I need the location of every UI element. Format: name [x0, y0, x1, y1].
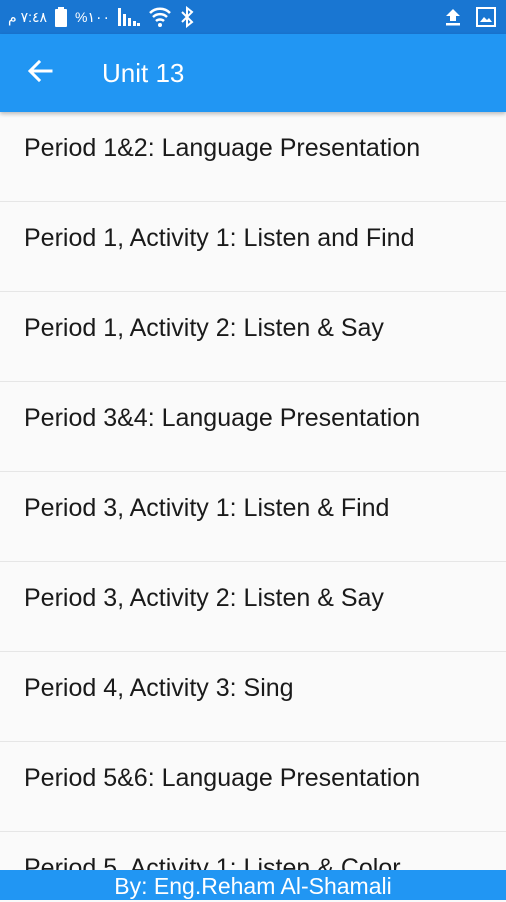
app-bar: Unit 13: [0, 34, 506, 112]
battery-icon: [55, 7, 68, 27]
list-item[interactable]: Period 5, Activity 1: Listen & Color: [0, 832, 506, 870]
list-item-label: Period 3, Activity 1: Listen & Find: [24, 494, 390, 522]
status-battery-percent: %١٠٠: [75, 9, 111, 25]
status-bar-right: [444, 0, 496, 34]
bluetooth-icon: [180, 6, 194, 28]
signal-icon: [118, 8, 141, 26]
status-bar-left: ٧:٤٨ م %١٠٠: [8, 0, 194, 34]
image-icon: [476, 7, 496, 27]
upload-icon: [444, 7, 462, 27]
status-time: ٧:٤٨ م: [8, 9, 48, 25]
list-item-label: Period 1&2: Language Presentation: [24, 134, 421, 162]
list-item-label: Period 3, Activity 2: Listen & Say: [24, 584, 384, 612]
list-item[interactable]: Period 3&4: Language Presentation: [0, 382, 506, 472]
list-item[interactable]: Period 1, Activity 2: Listen & Say: [0, 292, 506, 382]
list-item-label: Period 4, Activity 3: Sing: [24, 674, 294, 702]
list-item[interactable]: Period 4, Activity 3: Sing: [0, 652, 506, 742]
arrow-left-icon: [27, 58, 53, 89]
lesson-list[interactable]: Period 1&2: Language Presentation Period…: [0, 112, 506, 870]
list-item-label: Period 3&4: Language Presentation: [24, 404, 421, 432]
footer-text: By: Eng.Reham Al-Shamali: [114, 873, 392, 899]
list-item[interactable]: Period 1, Activity 1: Listen and Find: [0, 202, 506, 292]
list-item[interactable]: Period 3, Activity 2: Listen & Say: [0, 562, 506, 652]
list-item-label: Period 1, Activity 2: Listen & Say: [24, 314, 384, 342]
list-item-label: Period 1, Activity 1: Listen and Find: [24, 224, 415, 252]
list-item[interactable]: Period 1&2: Language Presentation: [0, 112, 506, 202]
page-title: Unit 13: [102, 58, 185, 88]
back-button[interactable]: [22, 55, 58, 91]
list-item[interactable]: Period 5&6: Language Presentation: [0, 742, 506, 832]
status-bar: ٧:٤٨ م %١٠٠: [0, 0, 506, 34]
list-item[interactable]: Period 3, Activity 1: Listen & Find: [0, 472, 506, 562]
author-footer: By: Eng.Reham Al-Shamali: [0, 870, 506, 900]
list-item-label: Period 5, Activity 1: Listen & Color: [24, 854, 401, 870]
wifi-icon: [148, 6, 172, 28]
list-item-label: Period 5&6: Language Presentation: [24, 764, 421, 792]
